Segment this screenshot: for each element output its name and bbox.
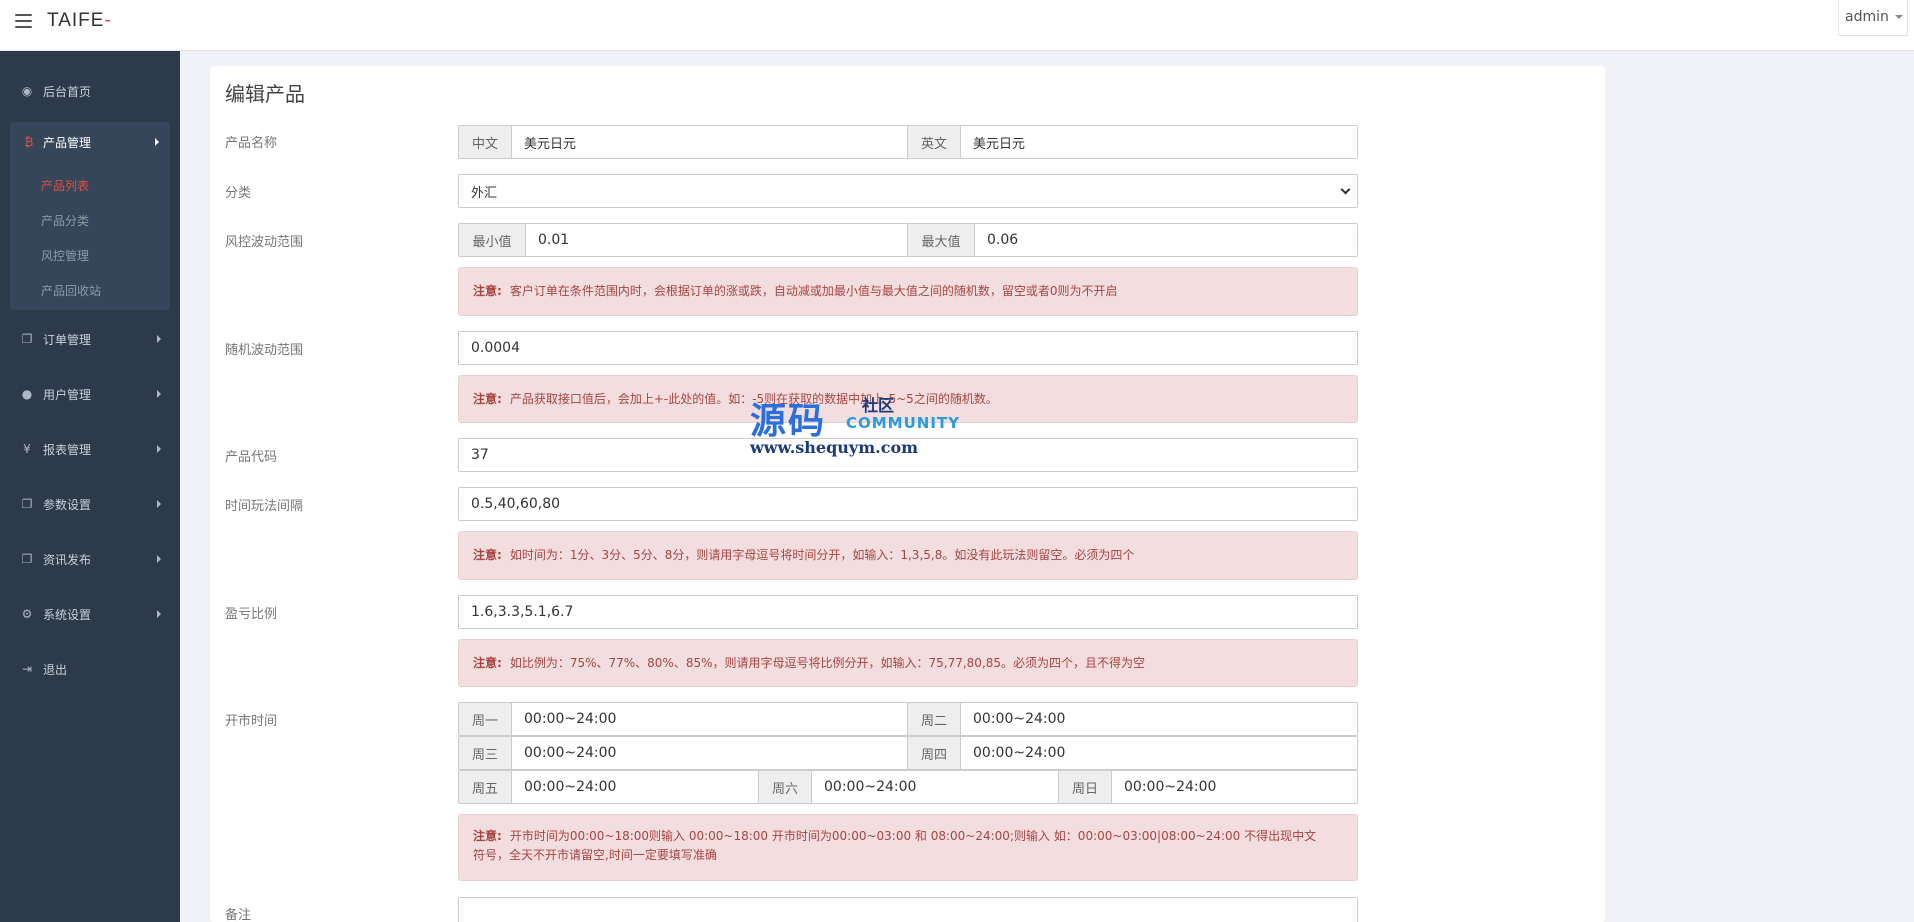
min-addon: 最小值 — [459, 224, 526, 256]
user-name: admin — [1845, 9, 1889, 25]
max-addon: 最大值 — [908, 224, 975, 256]
open-time-note-alert: 注意: 开市时间为00:00~18:00则输入 00:00~18:00 开市时间为… — [458, 814, 1358, 881]
risk-max-field[interactable]: 最大值 0.06 — [907, 223, 1358, 257]
chevron-down-icon — [1340, 184, 1351, 195]
open-time-wed-field[interactable]: 周三 00:00~24:00 — [458, 736, 909, 770]
nav-param-settings[interactable]: ❐ 参数设置 — [0, 489, 180, 519]
time-note-alert: 注意: 如时间为：1分、3分、5分、8分，则请用字母逗号将时间分开，如输入：1,3… — [458, 531, 1358, 580]
product-code-label: 产品代码 — [225, 450, 278, 465]
open-time-tue-input[interactable]: 00:00~24:00 — [961, 711, 1357, 727]
nav-product-list[interactable]: 产品列表 — [41, 177, 89, 194]
open-time-tue-field[interactable]: 周二 00:00~24:00 — [907, 702, 1358, 736]
sun-addon: 周日 — [1059, 771, 1112, 803]
copy-icon: ❐ — [21, 332, 33, 346]
open-time-label: 开市时间 — [225, 714, 278, 729]
risk-min-field[interactable]: 最小值 0.01 — [458, 223, 909, 257]
caret-right-icon — [157, 500, 161, 508]
nav-risk-control[interactable]: 风控管理 — [41, 247, 89, 264]
time-interval-label: 时间玩法间隔 — [225, 499, 304, 514]
wed-addon: 周三 — [459, 737, 512, 769]
nav-order-management[interactable]: ❐ 订单管理 — [0, 324, 180, 354]
open-time-fri-input[interactable]: 00:00~24:00 — [512, 779, 759, 795]
caret-down-icon — [1894, 15, 1903, 19]
gears-icon: ⚙ — [21, 607, 33, 621]
product-code-input[interactable]: 37 — [459, 447, 1357, 463]
category-selected-value: 外汇 — [471, 185, 498, 201]
caret-right-icon — [155, 138, 159, 146]
page-title: 编辑产品 — [225, 82, 305, 106]
risk-max-input[interactable]: 0.06 — [975, 232, 1357, 248]
product-code-field[interactable]: 37 — [458, 438, 1358, 472]
product-name-cn-input[interactable]: 美元日元 — [512, 133, 908, 152]
open-time-sat-input[interactable]: 00:00~24:00 — [812, 779, 1059, 795]
profit-ratio-label: 盈亏比例 — [225, 607, 278, 622]
caret-right-icon — [157, 555, 161, 563]
nav-product-management[interactable]: ₿ 产品管理 — [10, 127, 170, 157]
nav-logout[interactable]: ⇥ 退出 — [0, 654, 180, 684]
open-time-sat-field[interactable]: 周六 00:00~24:00 — [758, 770, 1060, 804]
sidebar: ◉ 后台首页 ₿ 产品管理 产品列表 产品分类 风控管理 产品回收站 ❐ 订单管理 ●… — [0, 51, 180, 922]
product-name-en-input[interactable]: 美元日元 — [961, 133, 1357, 152]
caret-right-icon — [157, 610, 161, 618]
nav-user-management[interactable]: ● 用户管理 — [0, 379, 180, 409]
cn-addon: 中文 — [459, 126, 512, 158]
nav-news-publish[interactable]: ❐ 资讯发布 — [0, 544, 180, 574]
product-name-en-field[interactable]: 英文 美元日元 — [907, 125, 1358, 159]
category-label: 分类 — [225, 186, 252, 201]
random-range-input[interactable]: 0.0004 — [459, 340, 1357, 356]
nav-report-management[interactable]: ¥ 报表管理 — [0, 434, 180, 464]
fri-addon: 周五 — [459, 771, 512, 803]
tue-addon: 周二 — [908, 703, 961, 735]
nav-product-category[interactable]: 产品分类 — [41, 212, 89, 229]
open-time-sun-field[interactable]: 周日 00:00~24:00 — [1058, 770, 1358, 804]
risk-min-input[interactable]: 0.01 — [526, 232, 908, 248]
open-time-thu-input[interactable]: 00:00~24:00 — [961, 745, 1357, 761]
remark-textarea[interactable] — [458, 897, 1358, 922]
nav-dashboard[interactable]: ◉ 后台首页 — [0, 76, 180, 106]
risk-range-label: 风控波动范围 — [225, 235, 304, 250]
yen-icon: ¥ — [23, 442, 31, 456]
open-time-mon-field[interactable]: 周一 00:00~24:00 — [458, 702, 909, 736]
open-time-fri-field[interactable]: 周五 00:00~24:00 — [458, 770, 760, 804]
product-name-cn-field[interactable]: 中文 美元日元 — [458, 125, 909, 159]
open-time-wed-input[interactable]: 00:00~24:00 — [512, 745, 908, 761]
category-select[interactable]: 外汇 — [458, 174, 1358, 208]
en-addon: 英文 — [908, 126, 961, 158]
profit-note-alert: 注意: 如比例为：75%、77%、80%、85%，则请用字母逗号将比例分开，如输入… — [458, 639, 1358, 687]
nav-system-settings[interactable]: ⚙ 系统设置 — [0, 599, 180, 629]
open-time-sun-input[interactable]: 00:00~24:00 — [1112, 779, 1357, 795]
user-icon: ● — [21, 387, 33, 401]
edit-product-card: 编辑产品 产品名称 中文 美元日元 英文 美元日元 分类 外汇 风控波动范围 最… — [210, 66, 1605, 922]
profit-ratio-input[interactable]: 1.6,3.3,5.1,6.7 — [459, 604, 1357, 620]
top-bar: TAIFE- admin — [0, 0, 1914, 51]
nav-product-recycle[interactable]: 产品回收站 — [41, 282, 101, 299]
user-menu[interactable]: admin — [1838, 0, 1908, 36]
menu-toggle-icon[interactable] — [15, 14, 32, 28]
open-time-thu-field[interactable]: 周四 00:00~24:00 — [907, 736, 1358, 770]
remark-label: 备注 — [225, 908, 252, 922]
product-name-label: 产品名称 — [225, 136, 278, 151]
thu-addon: 周四 — [908, 737, 961, 769]
bitcoin-icon: ₿ — [24, 135, 34, 149]
random-range-field[interactable]: 0.0004 — [458, 331, 1358, 365]
mon-addon: 周一 — [459, 703, 512, 735]
copy-icon: ❐ — [21, 552, 33, 566]
time-interval-input[interactable]: 0.5,40,60,80 — [459, 496, 1357, 512]
risk-note-alert: 注意: 客户订单在条件范围内时，会根据订单的涨或跌，自动减或加最小值与最大值之间的… — [458, 267, 1358, 316]
time-interval-field[interactable]: 0.5,40,60,80 — [458, 487, 1358, 521]
dashboard-icon: ◉ — [21, 84, 33, 98]
profit-ratio-field[interactable]: 1.6,3.3,5.1,6.7 — [458, 595, 1358, 629]
caret-right-icon — [157, 335, 161, 343]
sat-addon: 周六 — [759, 771, 812, 803]
nav-group-product: ₿ 产品管理 产品列表 产品分类 风控管理 产品回收站 — [10, 122, 170, 310]
signout-icon: ⇥ — [21, 662, 33, 676]
caret-right-icon — [157, 390, 161, 398]
open-time-mon-input[interactable]: 00:00~24:00 — [512, 711, 908, 727]
app-logo[interactable]: TAIFE- — [47, 10, 112, 32]
copy-icon: ❐ — [21, 497, 33, 511]
random-range-label: 随机波动范围 — [225, 343, 304, 358]
caret-right-icon — [157, 445, 161, 453]
random-note-alert: 注意: 产品获取接口值后，会加上+-此处的值。如：-5则在获取的数据中加上-5~5… — [458, 375, 1358, 423]
